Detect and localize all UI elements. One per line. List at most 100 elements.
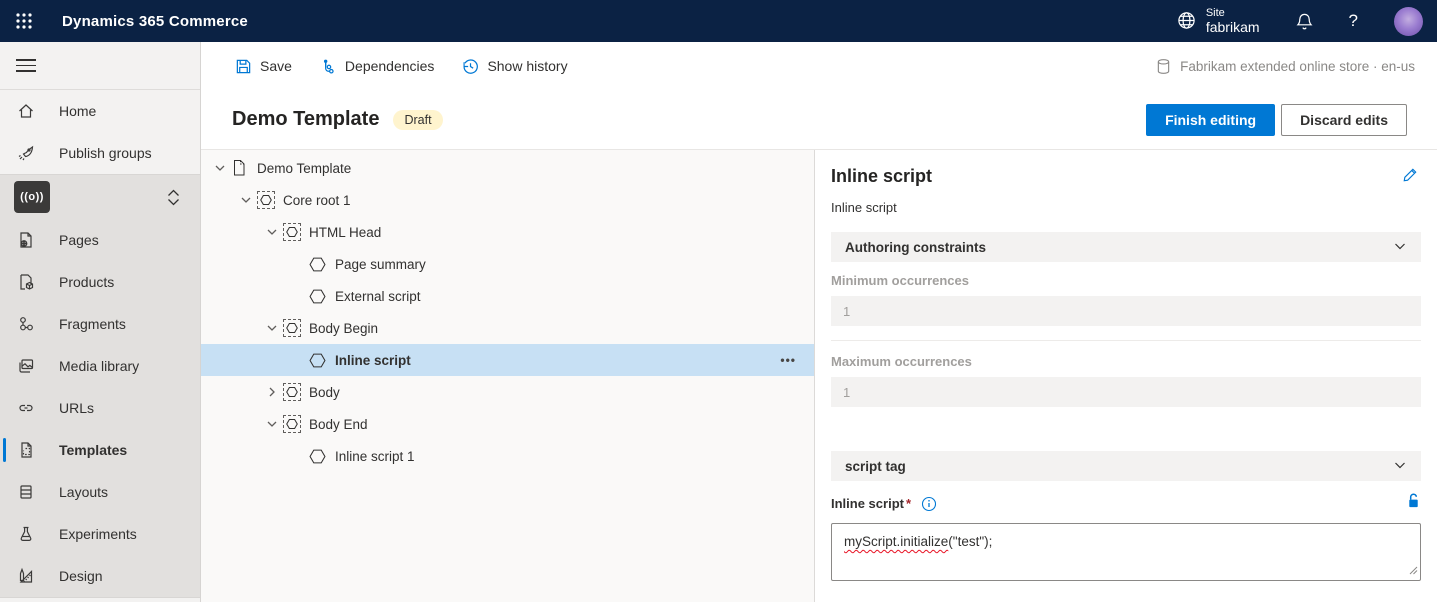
sidebar-item-layouts[interactable]: Layouts (0, 471, 200, 513)
media-library-icon (16, 357, 35, 375)
max-occurrences-input[interactable]: 1 (831, 377, 1421, 407)
edit-pencil-icon[interactable] (1402, 166, 1419, 188)
tree-node-label: Body End (309, 416, 368, 432)
authoring-constraints-section-header[interactable]: Authoring constraints (831, 232, 1421, 262)
sidebar-item-design[interactable]: Design (0, 555, 200, 597)
live-channel-icon[interactable]: ((o)) (14, 181, 50, 213)
show-history-button[interactable]: Show history (462, 58, 568, 75)
tree-node-demo-template[interactable]: Demo Template (201, 152, 814, 184)
tree-node-external-script[interactable]: External script (201, 280, 814, 312)
tree-node-html-head[interactable]: HTML Head (201, 216, 814, 248)
sidebar-item-label: Home (59, 103, 97, 119)
container-module-icon (283, 415, 309, 433)
container-module-icon (283, 383, 309, 401)
store-database-icon (1156, 58, 1171, 75)
unlock-icon[interactable] (1406, 492, 1421, 515)
chevron-down-icon[interactable] (209, 162, 231, 174)
globe-icon (1177, 11, 1196, 30)
tree-node-core-root-1[interactable]: Core root 1 (201, 184, 814, 216)
sidebar-item-home[interactable]: Home (0, 90, 200, 132)
help-button[interactable]: ? (1349, 11, 1358, 31)
save-button-label: Save (260, 58, 292, 74)
module-hexagon-icon (309, 288, 335, 305)
inline-script-textarea[interactable]: myScript.initialize("test"); (831, 523, 1421, 581)
status-badge: Draft (393, 109, 443, 130)
script-tag-section-header[interactable]: script tag (831, 451, 1421, 481)
waffle-icon[interactable] (0, 0, 48, 42)
chevron-down-icon[interactable] (261, 226, 283, 238)
save-icon (235, 58, 252, 75)
discard-edits-button[interactable]: Discard edits (1281, 103, 1407, 136)
sidebar-item-label: Fragments (59, 316, 126, 332)
misspelled-text: myScript.initialize (844, 534, 949, 549)
finish-editing-button[interactable]: Finish editing (1146, 103, 1276, 136)
chevron-down-icon[interactable] (261, 418, 283, 430)
sidebar-item-label: Pages (59, 232, 99, 248)
page-header: Demo Template Draft Finish editing Disca… (201, 90, 1437, 150)
avatar[interactable] (1394, 6, 1423, 36)
tree-node-body-end[interactable]: Body End (201, 408, 814, 440)
module-hexagon-icon (309, 256, 335, 273)
sidebar-item-media-library[interactable]: Media library (0, 345, 200, 387)
site-picker[interactable]: Site fabrikam (1177, 7, 1260, 36)
tree-node-body[interactable]: Body (201, 376, 814, 408)
tree-node-label: Core root 1 (283, 192, 351, 208)
chevron-down-icon (1393, 239, 1407, 256)
properties-title: Inline script (831, 166, 933, 186)
site-picker-value: fabrikam (1205, 19, 1260, 36)
dependencies-button-label: Dependencies (344, 58, 435, 74)
info-icon[interactable] (921, 496, 937, 512)
min-occurrences-input[interactable]: 1 (831, 296, 1421, 326)
sidebar-item-fragments[interactable]: Fragments (0, 303, 200, 345)
experiments-flask-icon (16, 525, 35, 543)
section-header-label: Authoring constraints (845, 239, 986, 255)
site-picker-label: Site (1205, 6, 1225, 19)
pages-icon (16, 231, 35, 249)
chevron-right-icon[interactable] (261, 386, 283, 398)
properties-subtitle: Inline script (831, 200, 897, 215)
channel-nav-group: ((o)) Pages Products Fragments Media lib… (0, 174, 200, 598)
sidebar-item-label: URLs (59, 400, 95, 416)
top-app-bar: Dynamics 365 Commerce Site fabrikam ? (0, 0, 1437, 42)
urls-link-icon (16, 399, 35, 417)
tree-node-body-begin[interactable]: Body Begin (201, 312, 814, 344)
tree-node-label: Body (309, 384, 340, 400)
dependencies-icon (320, 58, 337, 75)
page-title: Demo Template (232, 108, 380, 130)
sidebar-item-templates[interactable]: Templates (0, 429, 200, 471)
template-structure-tree: Demo Template Core root 1 HTML Head Page… (201, 150, 815, 602)
field-divider (831, 340, 1421, 341)
dependencies-button[interactable]: Dependencies (320, 58, 435, 75)
save-button[interactable]: Save (235, 58, 292, 75)
tree-node-page-summary[interactable]: Page summary (201, 248, 814, 280)
sidebar-item-experiments[interactable]: Experiments (0, 513, 200, 555)
design-ruler-icon (16, 567, 35, 585)
store-context[interactable]: Fabrikam extended online store · en-us (1156, 58, 1415, 75)
store-context-label: Fabrikam extended online store · en-us (1180, 58, 1415, 74)
tree-node-label: HTML Head (309, 224, 382, 240)
sidebar-item-label: Products (59, 274, 115, 290)
sidebar-item-publish-groups[interactable]: Publish groups (0, 132, 200, 174)
hamburger-menu-icon[interactable] (16, 59, 36, 72)
tree-node-label: Demo Template (257, 160, 352, 176)
sidebar-item-pages[interactable]: Pages (0, 219, 200, 261)
show-history-button-label: Show history (487, 58, 568, 74)
more-options-ellipsis[interactable]: ••• (780, 353, 814, 367)
templates-icon (16, 441, 35, 459)
sidebar-item-products[interactable]: Products (0, 261, 200, 303)
fragments-icon (16, 315, 35, 333)
publish-groups-icon (16, 144, 35, 162)
home-icon (16, 102, 35, 120)
chevron-down-icon[interactable] (261, 322, 283, 334)
resize-handle[interactable] (1408, 563, 1418, 578)
tree-node-label: Body Begin (309, 320, 379, 336)
tree-node-inline-script[interactable]: Inline script ••• (201, 344, 814, 376)
sidebar-item-urls[interactable]: URLs (0, 387, 200, 429)
chevron-down-icon[interactable] (235, 194, 257, 206)
tree-node-label: Page summary (335, 256, 426, 272)
sidebar-item-label: Layouts (59, 484, 109, 500)
notifications-bell-icon[interactable] (1296, 12, 1313, 31)
collapse-section-toggle[interactable] (167, 189, 186, 206)
tree-node-inline-script-1[interactable]: Inline script 1 (201, 440, 814, 472)
app-title[interactable]: Dynamics 365 Commerce (62, 13, 248, 30)
